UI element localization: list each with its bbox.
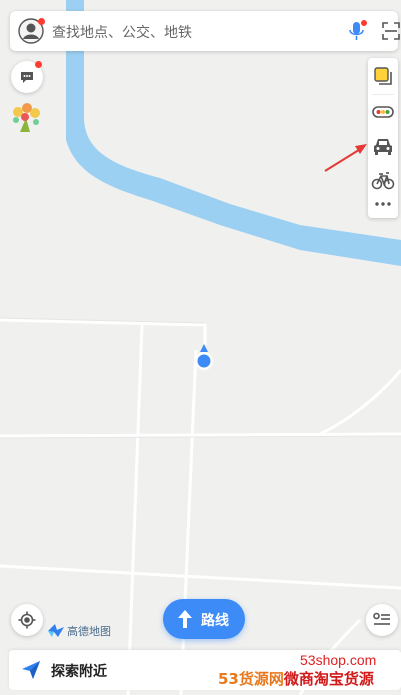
user-avatar-icon[interactable] xyxy=(18,18,45,44)
watermark-part-b: 微商淘宝货源 xyxy=(283,670,374,688)
traffic-light-icon[interactable] xyxy=(371,100,395,124)
microphone-icon[interactable] xyxy=(348,20,367,42)
message-icon xyxy=(19,69,35,89)
route-button-label: 路线 xyxy=(201,613,229,629)
route-arrow-icon xyxy=(177,609,193,629)
more-icon[interactable] xyxy=(371,195,395,213)
locate-icon xyxy=(18,611,36,633)
search-input[interactable]: 查找地点、公交、地铁 xyxy=(52,22,192,42)
bouquet-icon[interactable] xyxy=(8,98,44,134)
bicycle-icon[interactable] xyxy=(371,168,395,192)
gaode-bird-icon xyxy=(47,621,65,639)
brand-name: 高德地图 xyxy=(67,625,111,638)
layers-icon[interactable] xyxy=(371,64,395,88)
list-icon xyxy=(373,612,391,632)
watermark-part-a: 53货源网 xyxy=(218,670,284,688)
search-bar[interactable]: 查找地点、公交、地铁 xyxy=(10,11,401,51)
map-background xyxy=(0,0,401,695)
scan-icon[interactable] xyxy=(380,20,401,42)
mic-notification-dot xyxy=(361,20,367,26)
message-button[interactable] xyxy=(11,61,43,93)
map-canvas[interactable] xyxy=(0,0,401,695)
locate-button[interactable] xyxy=(11,604,43,636)
toolbar-divider xyxy=(372,94,394,95)
map-tools-toolbar xyxy=(368,58,398,218)
watermark-text: 53货源网微商淘宝货源 xyxy=(218,668,374,689)
list-button[interactable] xyxy=(366,604,398,636)
message-notification-dot xyxy=(35,61,42,68)
car-icon[interactable] xyxy=(371,134,395,158)
explore-nearby-label: 探索附近 xyxy=(51,664,107,680)
watermark-url: 53shop.com xyxy=(300,652,377,668)
route-button[interactable]: 路线 xyxy=(163,599,245,639)
notification-dot xyxy=(38,18,45,25)
send-icon xyxy=(21,660,41,680)
